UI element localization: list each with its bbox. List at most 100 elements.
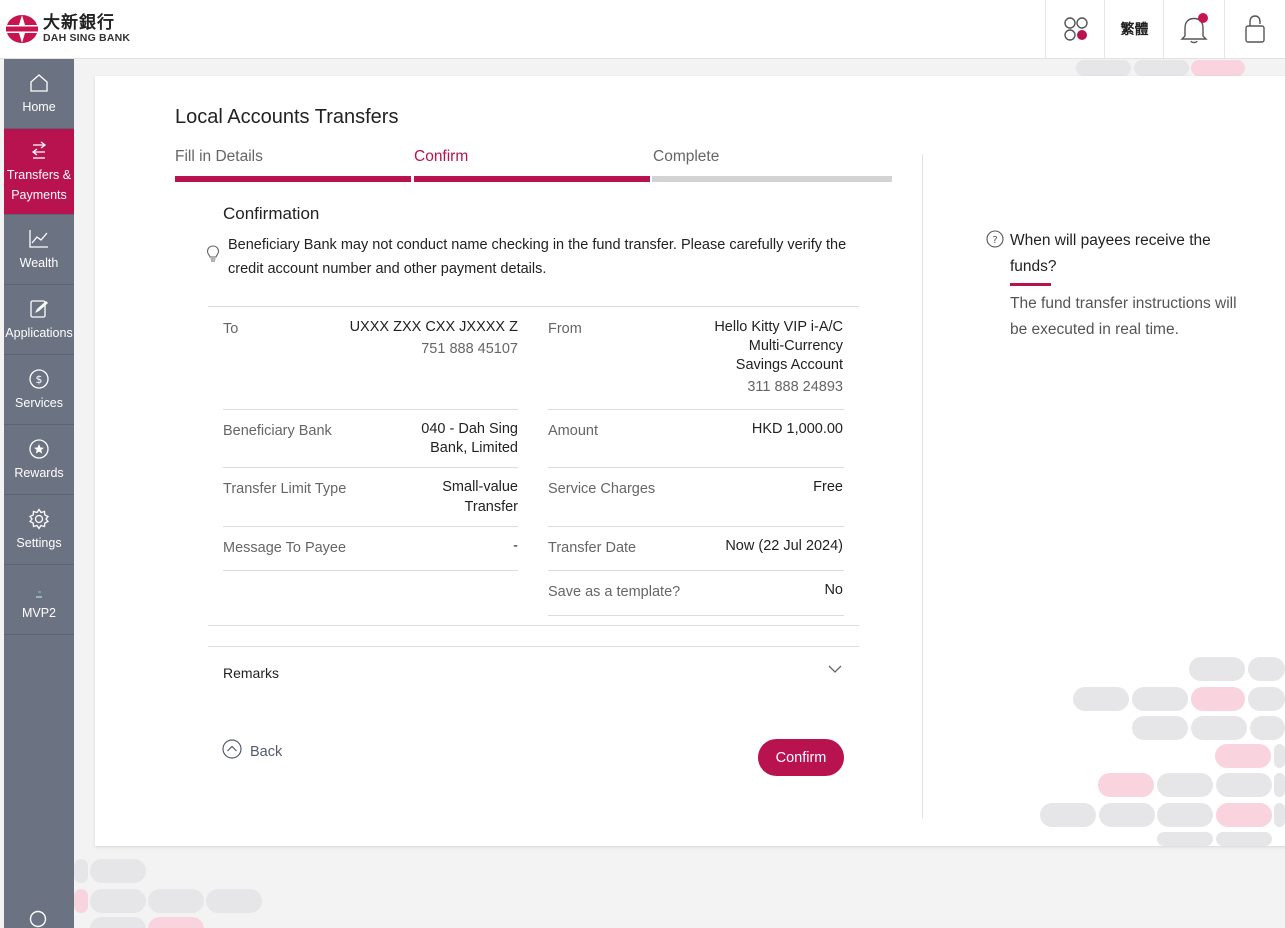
step-bar-complete [652,176,892,182]
page-title: Local Accounts Transfers [175,106,399,128]
divider [548,409,844,410]
payee-name: UXXX ZXX CXX JXXXX Z [349,319,518,335]
sidebar-item-label: Settings [16,535,62,550]
divider [548,467,844,468]
divider [223,526,518,527]
sidebar-item-services[interactable]: $ Services [4,355,74,425]
notice-text: Beneficiary Bank may not conduct name ch… [228,237,847,277]
step-bar-fill-in-details [175,176,411,182]
panel-divider [922,154,923,818]
bank-line: 040 - Dah Sing [421,421,518,437]
lock-icon [1244,15,1265,43]
dollar-icon: $ [29,368,49,389]
bank-logo-icon [6,15,38,43]
divider [208,625,859,626]
sidebar-item-home[interactable]: Home [4,59,74,129]
logo-english-text: DAH SING BANK [43,32,131,45]
service-charges-label: Service Charges [548,481,656,497]
divider [223,467,518,468]
limit-line: Transfer [464,499,518,515]
transfer-date-label: Transfer Date [548,540,637,556]
beneficiary-bank-label: Beneficiary Bank [223,423,332,439]
apps-button[interactable] [1045,0,1105,58]
question-icon: ? [986,230,1004,248]
divider [548,615,844,616]
sidebar-item-applications[interactable]: Applications [4,285,74,355]
top-header: 大新銀行 DAH SING BANK 繁體 [0,0,1285,59]
amount-value: HKD 1,000.00 [751,421,843,437]
sidebar-item-label: Home [22,99,56,114]
bell-icon [1179,13,1208,44]
sidebar-search[interactable] [28,909,50,928]
sidebar-item-label: Rewards [14,465,64,480]
search-icon [29,910,47,928]
svg-text:$: $ [36,373,43,386]
step-fill-in-details: Fill in Details [175,148,263,165]
from-account-number: 311 888 24893 [747,379,843,395]
chevron-up-circle-icon [222,739,242,759]
bank-logo[interactable]: 大新銀行 DAH SING BANK [5,13,130,45]
back-button[interactable]: Back [222,738,282,760]
language-label: 繁體 [1120,21,1149,37]
step-confirm: Confirm [414,148,469,165]
divider [223,409,518,410]
confirmation-heading: Confirmation [223,204,320,223]
home-icon [30,73,48,92]
from-value: Hello Kitty VIP i-A/C Multi-Currency Sav… [714,318,843,397]
sidebar-item-settings[interactable]: Settings [4,495,74,565]
faq-accent-line [1010,283,1051,286]
sidebar-item-transfers-payments[interactable]: Transfers & Payments [4,129,74,215]
step-bar-confirm [414,176,650,182]
sidebar-item-label: Applications [5,325,73,340]
message-to-payee-value: - [513,538,518,554]
transfer-icon [31,140,47,159]
limit-line: Small-value [442,479,518,495]
apps-icon [1063,17,1088,41]
divider [208,306,859,307]
confirm-button[interactable]: Confirm [758,739,844,776]
language-toggle[interactable]: 繁體 [1104,0,1164,58]
faq-answer: The fund transfer instructions will be e… [1010,295,1237,338]
save-template-value: No [824,582,843,598]
logo-chinese-text: 大新銀行 [43,13,115,33]
notifications-button[interactable] [1163,0,1223,58]
account-name-line: Multi-Currency [748,338,843,354]
divider [208,646,859,647]
save-template-label: Save as a template? [548,584,681,600]
transfer-limit-value: Small-value Transfer [442,478,518,517]
sidebar-item-label: Transfers & Payments [6,167,72,202]
payee-account: 751 888 45107 [421,341,518,357]
sidebar-item-label: Wealth [19,255,59,270]
remarks-toggle[interactable]: Remarks [223,665,279,681]
sidebar-item-label: Services [15,395,63,410]
transfer-limit-label: Transfer Limit Type [223,481,347,497]
chevron-down-icon[interactable] [827,662,843,676]
from-label: From [548,321,582,337]
edit-icon [30,299,48,318]
to-label: To [223,321,239,337]
svg-text:?: ? [992,235,997,246]
service-charges-value: Free [813,479,843,495]
chart-icon [29,229,48,248]
gear-icon [28,507,50,530]
back-label: Back [250,744,283,760]
divider [223,570,518,571]
lightbulb-icon [206,245,220,262]
sidebar-item-wealth[interactable]: Wealth [4,215,74,285]
sidebar: Home Transfers & Payments Wealth Applica… [4,59,74,928]
faq-question[interactable]: When will payees receive the funds? [1010,228,1230,280]
sidebar-item-label: MVP2 [21,605,57,620]
transfer-card: Local Accounts Transfers Fill in Details… [95,76,1285,846]
transfer-date-value: Now (22 Jul 2024) [725,538,843,554]
sidebar-item-mvp2[interactable]: MVP2 [4,565,74,635]
divider [548,526,844,527]
message-to-payee-label: Message To Payee [223,540,347,556]
beneficiary-bank-value: 040 - Dah Sing Bank, Limited [421,420,518,458]
bank-line: Bank, Limited [430,440,518,456]
account-name-line: Hello Kitty VIP i-A/C [714,319,843,335]
to-value: UXXX ZXX CXX JXXXX Z 751 888 45107 [350,318,518,359]
divider [548,570,844,571]
amount-label: Amount [548,423,598,439]
logout-button[interactable] [1224,0,1284,58]
sidebar-item-rewards[interactable]: Rewards [4,425,74,495]
